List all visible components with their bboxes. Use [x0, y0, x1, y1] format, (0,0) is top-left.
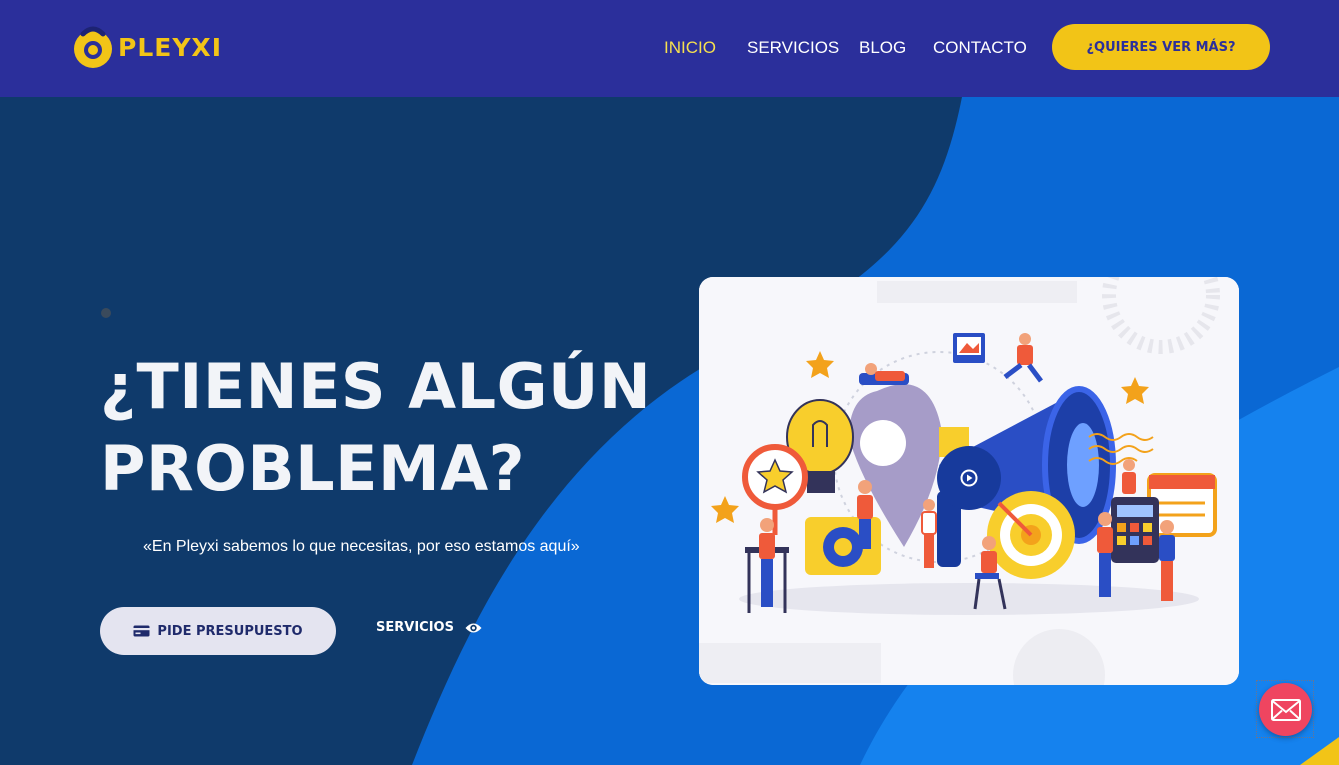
- play-icon: [960, 469, 978, 487]
- floating-contact-widget: [1256, 680, 1314, 738]
- play-video-button[interactable]: [937, 446, 1001, 510]
- hero-quote: «En Pleyxi sabemos lo que necesitas, por…: [143, 538, 580, 555]
- logo-mark-icon: [74, 26, 112, 68]
- hero-title: ¿TIENES ALGÚN PROBLEMA?: [100, 346, 660, 510]
- eye-icon: [465, 623, 482, 632]
- nav-item-servicios[interactable]: SERVICIOS: [747, 38, 839, 58]
- mail-icon: [1270, 698, 1301, 721]
- hero-title-line-1: ¿TIENES ALGÚN: [100, 350, 652, 423]
- logo-text: PLEYXI: [118, 32, 223, 62]
- mail-button[interactable]: [1259, 683, 1312, 736]
- servicios-link-label: SERVICIOS: [376, 620, 454, 635]
- pide-presupuesto-button[interactable]: PIDE PRESUPUESTO: [100, 607, 336, 655]
- pide-presupuesto-label: PIDE PRESUPUESTO: [157, 623, 303, 639]
- site-header: PLEYXI INICIO SERVICIOS BLOG CONTACTO ¿Q…: [0, 0, 1339, 97]
- slider-dot[interactable]: [101, 308, 111, 318]
- nav-item-blog[interactable]: BLOG: [859, 38, 906, 58]
- nav-item-inicio[interactable]: INICIO: [664, 38, 716, 58]
- servicios-link[interactable]: SERVICIOS: [376, 620, 482, 635]
- logo[interactable]: PLEYXI: [70, 24, 222, 70]
- quieres-ver-mas-button[interactable]: ¿QUIERES VER MÁS?: [1052, 24, 1270, 70]
- nav-item-contacto[interactable]: CONTACTO: [933, 38, 1027, 58]
- credit-card-icon: [133, 625, 150, 637]
- hero-title-line-2: PROBLEMA?: [100, 432, 526, 505]
